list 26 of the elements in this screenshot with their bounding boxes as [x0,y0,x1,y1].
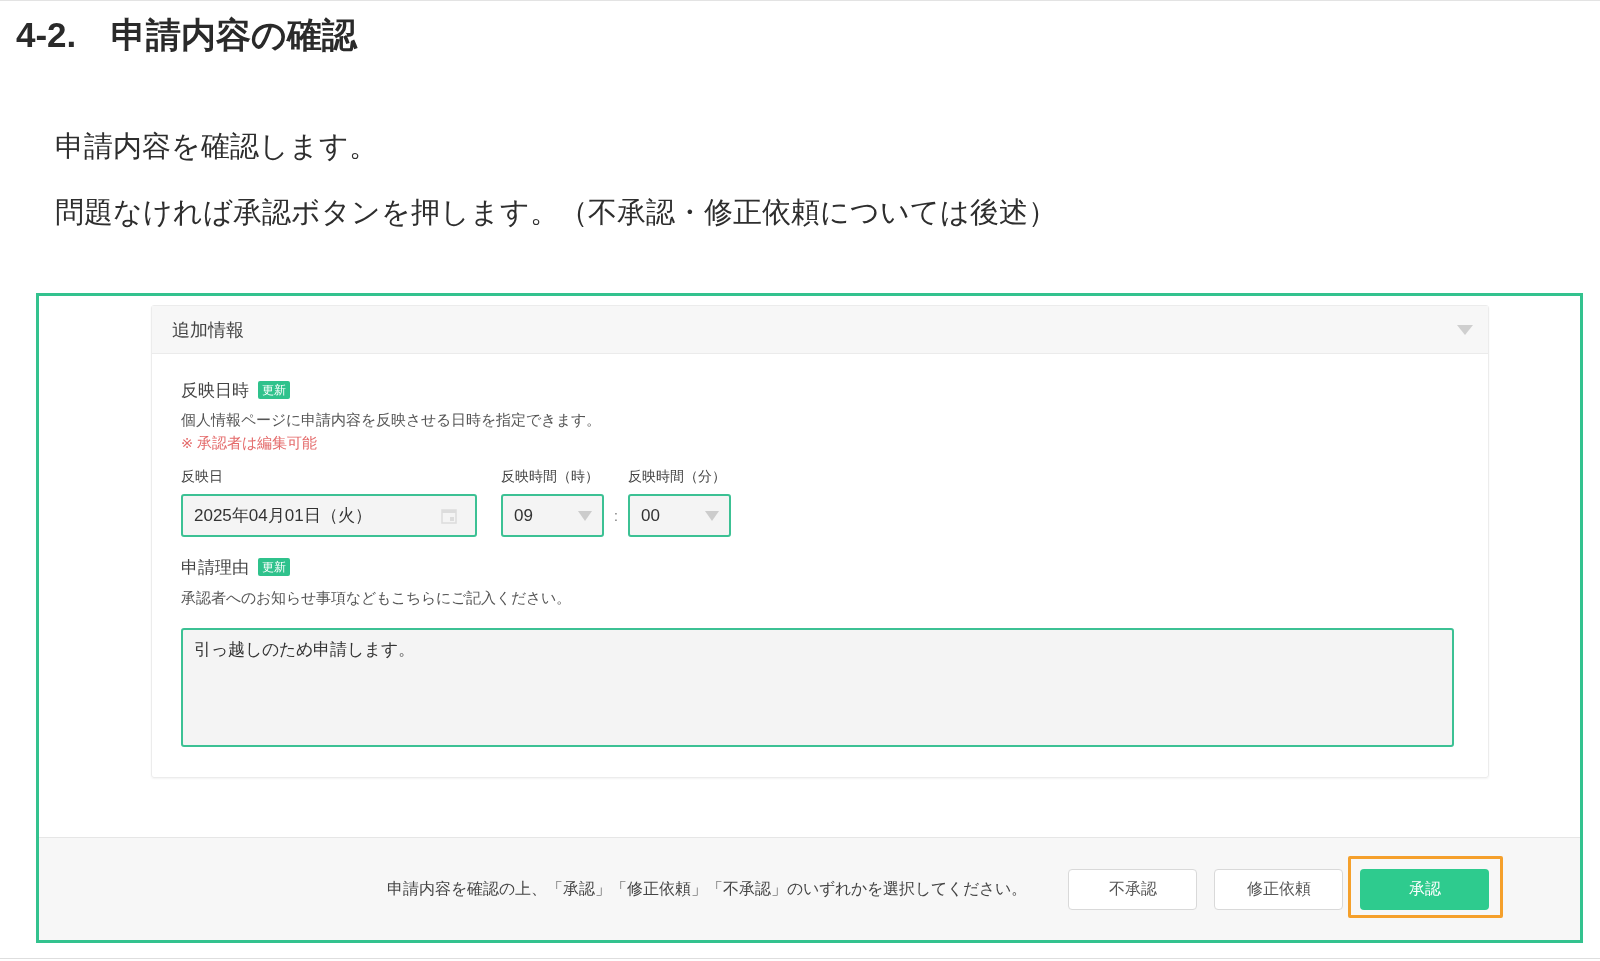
update-badge: 更新 [258,381,290,399]
field-label: 反映時間（時） [501,467,599,486]
select-field[interactable]: 00 [628,494,731,537]
caret-icon[interactable] [1457,324,1473,335]
caret-icon [578,510,592,521]
panel-title: 追加情報 [172,318,244,342]
reason-textarea[interactable]: 引っ越しのため申請します。 [181,628,1454,747]
body-text: 問題なければ承認ボタンを押します。（不承認・修正依頼については後述） [55,195,1057,230]
field-label: 反映日時 [181,379,249,402]
field-label: 反映時間（分） [628,467,726,486]
action-button[interactable]: 不承認 [1068,868,1197,910]
calendar-icon [441,507,457,524]
time-separator: : [614,507,618,524]
select-field[interactable]: 09 [501,494,604,537]
help-text: 個人情報ページに申請内容を反映させる日時を指定できます。 [181,411,601,430]
field-label: 申請理由 [181,556,249,579]
update-badge: 更新 [258,558,290,576]
instruction-text: 申請内容を確認の上、「承認」「修正依頼」「不承認」のいずれかを選択してください。 [387,878,1027,899]
field-label: 反映日 [181,467,223,486]
section-heading: 4-2. 申請内容の確認 [15,14,358,56]
date-field[interactable]: 2025年04月01日（火） [181,494,477,537]
note-text: ※ 承認者は編集可能 [181,434,318,453]
caret-icon [705,510,719,521]
help-text: 承認者へのお知らせ事項などもこちらにご記入ください。 [181,589,571,608]
action-button[interactable]: 修正依頼 [1214,868,1343,910]
body-text: 申請内容を確認します。 [55,129,378,164]
